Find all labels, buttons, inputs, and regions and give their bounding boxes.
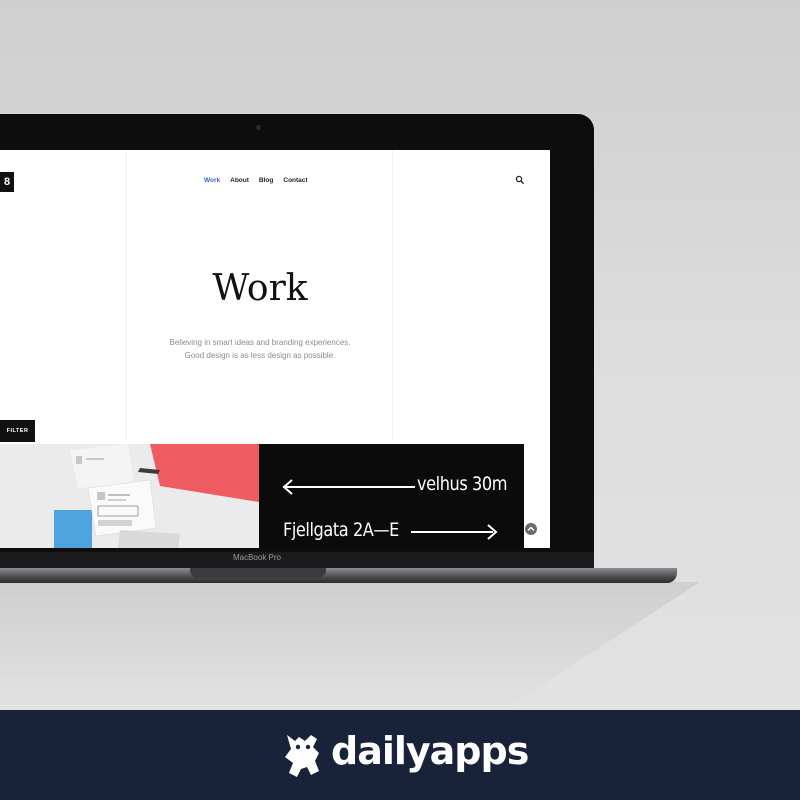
stationery-image (0, 444, 259, 548)
scene-background: 8 Work About Blog Contact Work Believing… (0, 0, 800, 710)
nav-contact[interactable]: Contact (283, 177, 307, 184)
brand-footer: dailyapps (0, 710, 800, 800)
camera-dot (256, 125, 261, 130)
laptop-shadow (0, 582, 700, 710)
screen-gutter (524, 150, 550, 548)
arrow-left-line (283, 486, 415, 488)
subtitle-line-1: Believing in smart ideas and branding ex… (169, 338, 351, 347)
sign-line-2: Fjellgata 2A—E (283, 519, 399, 541)
nav-about[interactable]: About (230, 177, 249, 184)
site-nav: Work About Blog Contact (204, 177, 308, 184)
subtitle-line-2: Good design is as less design as possibl… (184, 351, 336, 360)
sign-line-1: velhus 30m (417, 473, 508, 495)
page-subtitle: Believing in smart ideas and branding ex… (0, 336, 520, 362)
page-title: Work (212, 268, 308, 309)
arrow-right-line (411, 531, 493, 533)
portfolio-tile-stationery[interactable] (0, 444, 259, 548)
arrow-right-icon (487, 524, 498, 540)
laptop-notch (190, 568, 326, 578)
nav-blog[interactable]: Blog (259, 177, 273, 184)
frog-logo-icon (285, 735, 319, 777)
brand-name: dailyapps (331, 729, 529, 773)
laptop-base (0, 568, 677, 583)
nav-work[interactable]: Work (204, 177, 220, 184)
laptop-lid: 8 Work About Blog Contact Work Believing… (0, 114, 594, 564)
portfolio-tile-signage[interactable]: velhus 30m Fjellgata 2A—E (259, 444, 524, 548)
filter-button[interactable]: FILTER (0, 420, 35, 442)
website-screen: 8 Work About Blog Contact Work Believing… (0, 150, 550, 548)
device-label: MacBook Pro (232, 553, 282, 562)
scroll-top-icon[interactable] (524, 522, 538, 536)
arrow-left-icon (282, 479, 293, 495)
site-logo[interactable]: 8 (0, 172, 14, 192)
